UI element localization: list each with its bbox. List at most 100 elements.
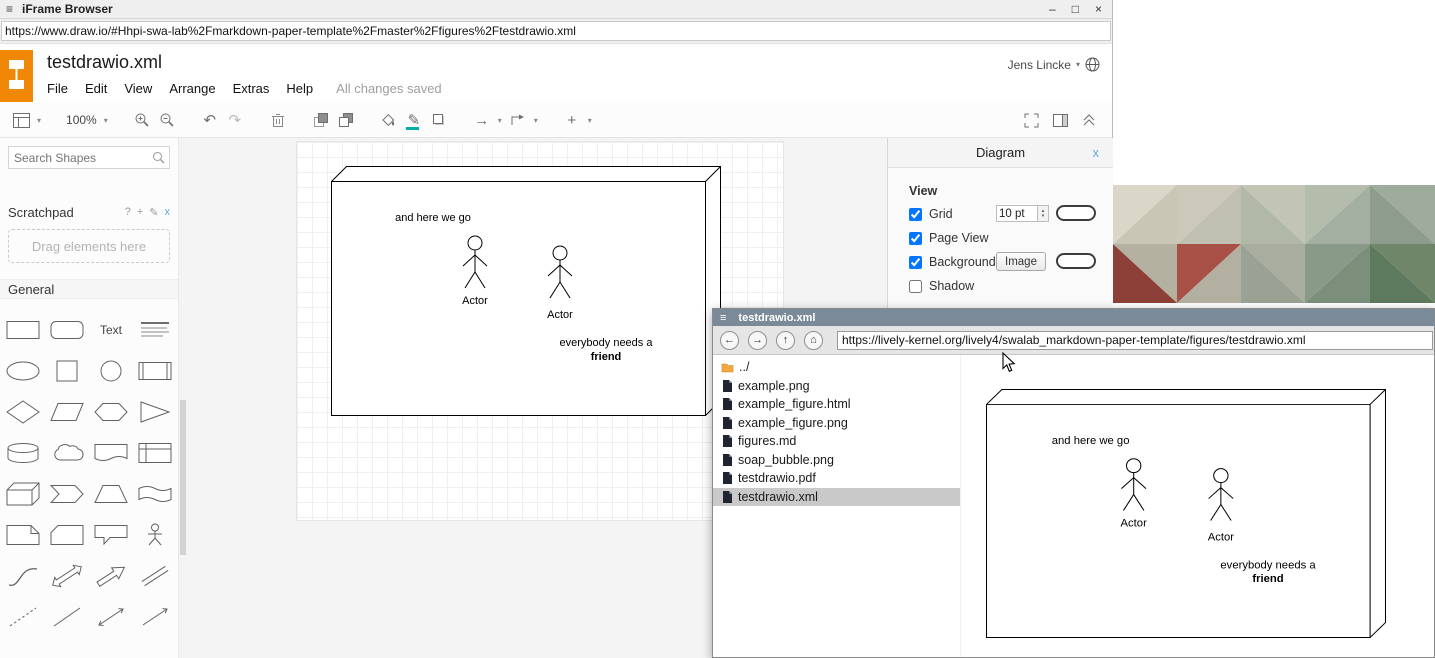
background-image-button[interactable]: Image xyxy=(996,252,1046,271)
actor-label[interactable]: Actor xyxy=(547,309,573,321)
shape-textbox[interactable] xyxy=(133,309,177,350)
to-front-button[interactable] xyxy=(312,112,330,128)
shape-internal-storage[interactable] xyxy=(133,432,177,473)
zoom-in-button[interactable] xyxy=(133,112,151,128)
page-view-checkbox[interactable] xyxy=(909,232,922,245)
up-button[interactable]: ↑ xyxy=(776,331,795,350)
shape-triangle[interactable] xyxy=(133,391,177,432)
background-checkbox[interactable] xyxy=(909,256,922,269)
list-item-file[interactable]: example_figure.html xyxy=(713,395,960,414)
shadow-button[interactable] xyxy=(430,112,448,128)
forward-button[interactable]: → xyxy=(748,331,767,350)
format-panel-tab-diagram[interactable]: Diagram xyxy=(976,145,1025,160)
chevron-down-icon[interactable]: ▾ xyxy=(534,116,538,125)
search-icon[interactable] xyxy=(152,151,165,164)
grid-size-stepper[interactable]: ▴ ▾ xyxy=(1038,205,1049,222)
shape-curve[interactable] xyxy=(1,555,45,596)
background-color-swatch[interactable] xyxy=(1056,253,1096,269)
window-menu-icon[interactable]: ≡ xyxy=(6,2,13,16)
collapse-toolbar-button[interactable] xyxy=(1080,114,1098,126)
shape-parallelogram[interactable] xyxy=(45,391,89,432)
menu-edit[interactable]: Edit xyxy=(85,81,107,96)
list-item-file[interactable]: example_figure.png xyxy=(713,414,960,433)
shape-rounded-rectangle[interactable] xyxy=(45,309,89,350)
zoom-out-button[interactable] xyxy=(158,112,176,128)
chevron-down-icon[interactable]: ▾ xyxy=(498,116,502,125)
scratchpad-add-icon[interactable]: + xyxy=(137,206,143,218)
close-button[interactable]: × xyxy=(1095,2,1102,16)
back-button[interactable]: ← xyxy=(720,331,739,350)
list-item-file[interactable]: example.png xyxy=(713,377,960,396)
menu-help[interactable]: Help xyxy=(286,81,313,96)
delete-button[interactable] xyxy=(269,112,287,128)
shape-diamond[interactable] xyxy=(1,391,45,432)
shape-callout[interactable] xyxy=(89,514,133,555)
home-button[interactable]: ⌂ xyxy=(804,331,823,350)
list-item-parent-folder[interactable]: ../ xyxy=(713,358,960,377)
shape-circle[interactable] xyxy=(89,350,133,391)
shape-dashed-line[interactable] xyxy=(1,596,45,637)
shape-hexagon[interactable] xyxy=(89,391,133,432)
shape-cylinder[interactable] xyxy=(1,432,45,473)
page-view-button[interactable] xyxy=(12,113,30,128)
file-url-input[interactable] xyxy=(837,331,1433,350)
shape-process[interactable] xyxy=(133,350,177,391)
shape-bidirectional-connector[interactable] xyxy=(89,596,133,637)
grid-size-input[interactable] xyxy=(996,205,1038,222)
chevron-down-icon[interactable]: ▾ xyxy=(37,116,41,125)
scratchpad-drop-area[interactable]: Drag elements here xyxy=(8,229,170,263)
shape-trapezoid[interactable] xyxy=(89,473,133,514)
shape-arrow[interactable] xyxy=(89,555,133,596)
user-name[interactable]: Jens Lincke xyxy=(1008,58,1071,72)
grid-color-swatch[interactable] xyxy=(1056,205,1096,221)
format-panel-close-icon[interactable]: x xyxy=(1093,145,1100,160)
to-back-button[interactable] xyxy=(337,112,355,128)
minimize-button[interactable]: – xyxy=(1049,2,1056,16)
shape-note[interactable] xyxy=(1,514,45,555)
chevron-down-icon[interactable]: ▾ xyxy=(104,116,108,125)
shape-actor[interactable] xyxy=(133,514,177,555)
grid-checkbox[interactable] xyxy=(909,208,922,221)
menu-file[interactable]: File xyxy=(47,81,68,96)
diagram-caption-bottom-line1[interactable]: everybody needs a xyxy=(560,337,654,349)
language-globe-icon[interactable] xyxy=(1085,57,1100,72)
list-item-file[interactable]: soap_bubble.png xyxy=(713,451,960,470)
file-window-titlebar[interactable]: ≡ testdrawio.xml xyxy=(713,309,1434,326)
scratchpad-edit-icon[interactable]: ✎ xyxy=(149,206,158,219)
connection-button[interactable]: → xyxy=(473,112,491,129)
menu-view[interactable]: View xyxy=(124,81,152,96)
shadow-checkbox[interactable] xyxy=(909,280,922,293)
fill-color-button[interactable] xyxy=(380,112,398,128)
redo-button[interactable]: ↷ xyxy=(226,111,244,129)
stepper-down-icon[interactable]: ▾ xyxy=(1042,214,1045,219)
undo-button[interactable]: ↶ xyxy=(201,111,219,129)
shape-card[interactable] xyxy=(45,514,89,555)
scratchpad-help-icon[interactable]: ? xyxy=(125,206,131,218)
diagram-caption-bottom-line2[interactable]: friend xyxy=(591,351,622,363)
shape-cloud[interactable] xyxy=(45,432,89,473)
insert-button[interactable]: + xyxy=(563,112,581,129)
shape-document[interactable] xyxy=(89,432,133,473)
format-panel-toggle-button[interactable] xyxy=(1051,114,1069,127)
scratchpad-close-icon[interactable]: x xyxy=(165,206,171,218)
search-input[interactable] xyxy=(8,146,170,169)
shape-square[interactable] xyxy=(45,350,89,391)
shape-bidirectional-arrow[interactable] xyxy=(45,555,89,596)
shape-line[interactable] xyxy=(45,596,89,637)
shape-link[interactable] xyxy=(133,555,177,596)
shape-directional-connector[interactable] xyxy=(133,596,177,637)
sidebar-scrollbar-thumb[interactable] xyxy=(180,400,186,555)
shape-rectangle[interactable] xyxy=(1,309,45,350)
waypoints-button[interactable] xyxy=(509,113,527,127)
shape-step[interactable] xyxy=(45,473,89,514)
diagram-caption-top[interactable]: and here we go xyxy=(395,212,471,224)
actor-label[interactable]: Actor xyxy=(462,295,488,307)
shape-text[interactable]: Text xyxy=(89,309,133,350)
zoom-level[interactable]: 100% xyxy=(66,113,97,127)
maximize-button[interactable]: □ xyxy=(1072,2,1079,16)
sidebar-scrollbar[interactable] xyxy=(178,138,187,658)
canvas-page[interactable]: and here we go Actor Actor everybody nee… xyxy=(296,141,784,521)
list-item-file[interactable]: testdrawio.pdf xyxy=(713,469,960,488)
shape-cube[interactable] xyxy=(1,473,45,514)
browser-url-input[interactable] xyxy=(1,21,1111,41)
